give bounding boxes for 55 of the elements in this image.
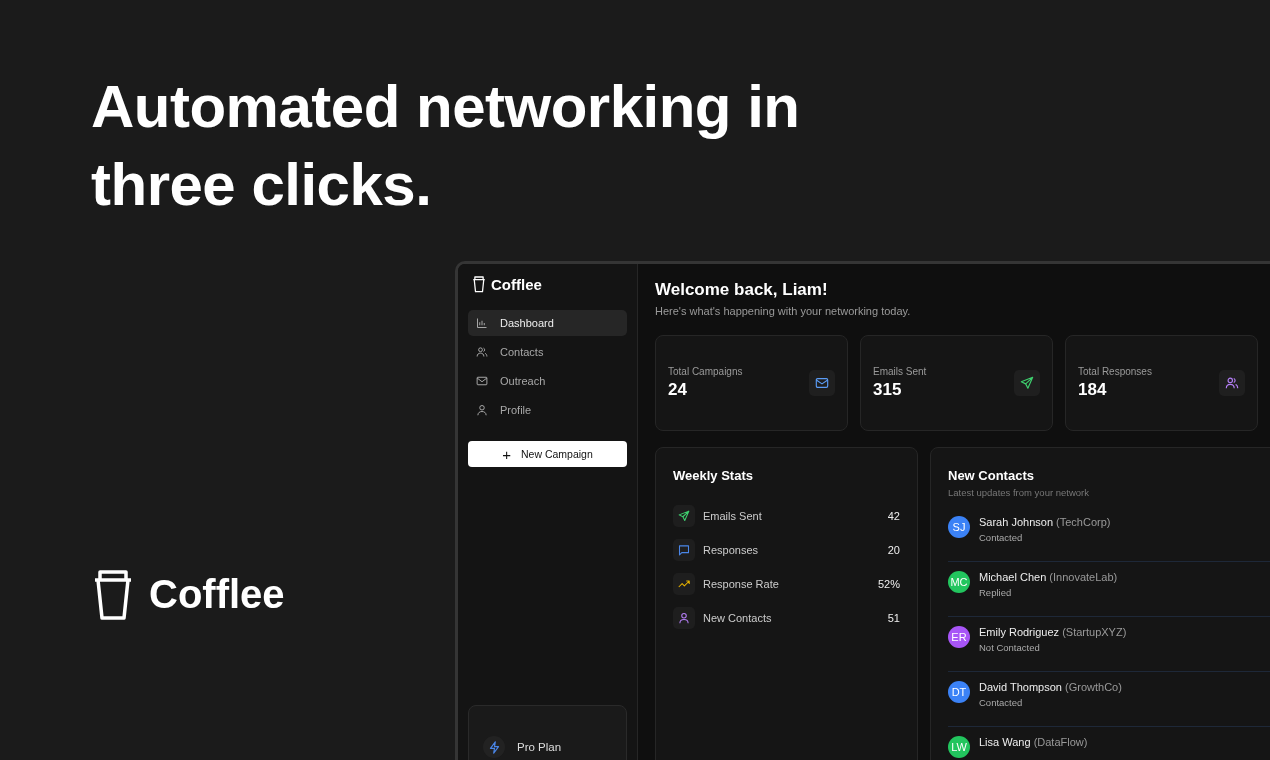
- contact-name: Michael Chen (InnovateLab): [979, 571, 1118, 583]
- contact-name: Lisa Wang (DataFlow): [979, 736, 1088, 748]
- stat-value: 184: [1078, 380, 1108, 400]
- send-icon: [1014, 370, 1040, 396]
- nav-item[interactable]: Contacts: [468, 339, 627, 365]
- stat-label: Emails Sent: [703, 510, 763, 522]
- app-logo: Cofflee: [491, 275, 542, 293]
- brand-name: Cofflee: [149, 571, 285, 617]
- welcome-title: Welcome back, Liam!: [655, 280, 829, 300]
- send-icon: [673, 505, 695, 527]
- mail-icon: [809, 370, 835, 396]
- users-icon: [476, 346, 488, 358]
- avatar: ER: [948, 626, 970, 648]
- stat-label: Total Campaigns: [668, 366, 743, 377]
- stat-value: 24: [668, 380, 688, 400]
- nav-item[interactable]: Outreach: [468, 368, 627, 394]
- message-icon: [673, 539, 695, 561]
- contact-name: Sarah Johnson (TechCorp): [979, 516, 1111, 528]
- contact-status: Replied: [979, 587, 1013, 598]
- chart-icon: [476, 317, 488, 329]
- card-subtitle: Latest updates from your network: [948, 487, 1090, 498]
- contact-name: David Thompson (GrowthCo): [979, 681, 1122, 693]
- card-title: Weekly Stats: [673, 468, 754, 483]
- contact-status: Not Contacted: [979, 642, 1041, 653]
- headline: Automated networking in three clicks.: [91, 72, 801, 220]
- stat-label: Response Rate: [703, 578, 780, 590]
- nav-item[interactable]: Dashboard: [468, 310, 627, 336]
- new-campaign-button[interactable]: + New Campaign: [468, 441, 627, 467]
- mail-icon: [476, 375, 488, 387]
- stat-value: 20: [887, 544, 900, 556]
- avatar: LW: [948, 736, 970, 758]
- avatar: DT: [948, 681, 970, 703]
- stat-value: 51: [887, 612, 900, 624]
- stat-label: Responses: [703, 544, 760, 556]
- cup-icon: [472, 275, 486, 293]
- avatar: MC: [948, 571, 970, 593]
- welcome-subtitle: Here's what's happening with your networking today.: [655, 305, 912, 317]
- contact-name: Emily Rodriguez (StartupXYZ): [979, 626, 1127, 638]
- stat-value: 42: [887, 510, 900, 522]
- contact-status: Contacted: [979, 697, 1024, 708]
- stat-value: 52%: [877, 578, 900, 590]
- trend-icon: [673, 573, 695, 595]
- users-icon: [1219, 370, 1245, 396]
- nav-item[interactable]: Profile: [468, 397, 627, 423]
- lightning-icon: [487, 740, 501, 754]
- stat-label: Emails Sent: [873, 366, 927, 377]
- user-icon: [476, 404, 488, 416]
- stat-value: 315: [873, 380, 903, 400]
- user-icon: [673, 607, 695, 629]
- contact-status: Contacted: [979, 532, 1024, 543]
- stat-label: New Contacts: [703, 612, 773, 624]
- avatar: SJ: [948, 516, 970, 538]
- card-title: New Contacts: [948, 468, 1035, 483]
- stat-label: Total Responses: [1078, 366, 1152, 377]
- plan-label: Pro Plan: [517, 740, 562, 755]
